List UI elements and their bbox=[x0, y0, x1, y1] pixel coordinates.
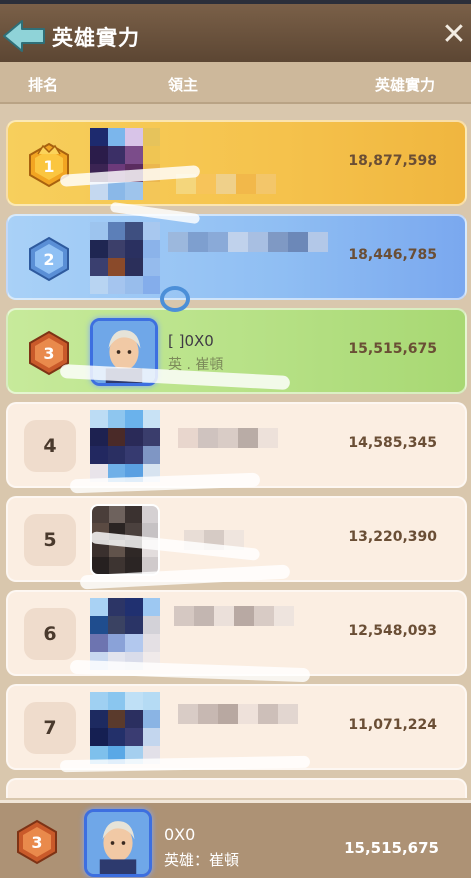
avatar bbox=[90, 692, 160, 764]
avatar bbox=[90, 128, 160, 200]
my-power-value: 15,515,675 bbox=[344, 839, 439, 857]
svg-text:2: 2 bbox=[43, 250, 54, 269]
bronze-medal-icon: 3 bbox=[17, 819, 57, 865]
avatar bbox=[90, 410, 160, 482]
bronze-medal-icon: 3 bbox=[29, 330, 69, 376]
hero-avatar bbox=[90, 318, 158, 386]
silver-medal-icon: 2 bbox=[29, 236, 69, 282]
ranking-row-6[interactable]: 6 12,548,093 bbox=[6, 590, 467, 676]
avatar bbox=[90, 504, 160, 576]
rank-number: 6 bbox=[24, 608, 76, 660]
my-lord-name: 0X0 bbox=[164, 825, 196, 844]
rank-number: 7 bbox=[24, 702, 76, 754]
ranking-row-5[interactable]: 5 13,220,390 bbox=[6, 496, 467, 582]
svg-text:3: 3 bbox=[43, 344, 54, 363]
top-bar: 英雄實力 ✕ bbox=[0, 0, 471, 62]
rank-number: 4 bbox=[24, 420, 76, 472]
lord-column-header: 領主 bbox=[168, 76, 199, 94]
power-value: 12,548,093 bbox=[348, 623, 437, 639]
power-value: 13,220,390 bbox=[348, 529, 437, 545]
avatar bbox=[90, 222, 160, 294]
ranking-row-partial bbox=[6, 778, 467, 798]
ranking-row-4[interactable]: 4 14,585,345 bbox=[6, 402, 467, 488]
svg-text:3: 3 bbox=[31, 833, 42, 852]
ranking-list[interactable]: 1 18,877,598 2 18,446,785 3 []0X0 英 . 崔… bbox=[0, 108, 471, 798]
avatar bbox=[90, 598, 160, 670]
svg-text:1: 1 bbox=[43, 157, 54, 176]
my-hero-avatar bbox=[84, 809, 152, 877]
ranking-row-1[interactable]: 1 18,877,598 bbox=[6, 120, 467, 206]
column-headers: 排名 領主 英雄實力 bbox=[0, 62, 471, 104]
ranking-row-2[interactable]: 2 18,446,785 bbox=[6, 214, 467, 300]
power-value: 18,446,785 bbox=[348, 247, 437, 263]
gold-medal-icon: 1 bbox=[29, 142, 69, 188]
ranking-row-7[interactable]: 7 11,071,224 bbox=[6, 684, 467, 770]
power-column-header: 英雄實力 bbox=[374, 76, 435, 94]
page-title: 英雄實力 bbox=[52, 26, 140, 50]
back-arrow-icon[interactable] bbox=[2, 18, 46, 54]
my-ranking-bar[interactable]: 3 0X0 英雄：崔頓 15,515,675 bbox=[0, 800, 471, 878]
power-value: 18,877,598 bbox=[348, 153, 437, 169]
rank-column-header: 排名 bbox=[28, 76, 59, 94]
power-value: 15,515,675 bbox=[348, 341, 437, 357]
my-hero-name: 英雄：崔頓 bbox=[164, 851, 240, 869]
close-icon[interactable]: ✕ bbox=[441, 20, 467, 50]
power-value: 14,585,345 bbox=[348, 435, 437, 451]
rank-number: 5 bbox=[24, 514, 76, 566]
ranking-row-3[interactable]: 3 [ ]0X0 英 . 崔頓 15,515,675 bbox=[6, 308, 467, 394]
lord-name: [ ]0X0 bbox=[168, 332, 214, 350]
hero-name: 英 . 崔頓 bbox=[168, 357, 224, 373]
power-value: 11,071,224 bbox=[348, 717, 437, 733]
